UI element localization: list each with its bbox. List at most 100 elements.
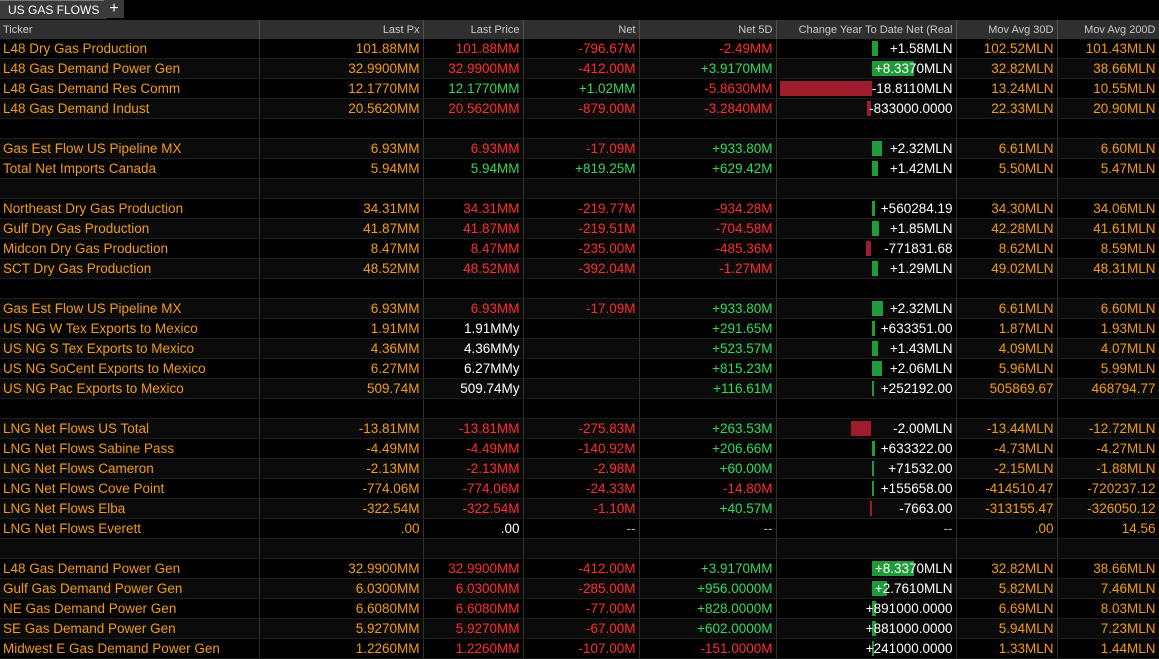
column-header-net[interactable]: Net	[523, 20, 640, 39]
cell-ticker: Midcon Dry Gas Production	[0, 238, 260, 259]
column-header-last-px[interactable]: Last Px	[259, 20, 424, 39]
table-row[interactable]: L48 Gas Demand Power Gen 32.9900MM 32.9900…	[0, 58, 1159, 79]
cell-mov-avg-30d: 22.33MLN	[956, 98, 1058, 119]
cell-last-px: 34.31MM	[259, 198, 424, 219]
table-row[interactable]: LNG Net Flows Sabine Pass -4.49MM -4.49MM -…	[0, 438, 1159, 459]
cell-mov-avg-200d: 6.60MLN	[1057, 138, 1159, 159]
ytd-bar-area: -18.8110MLN	[777, 79, 956, 98]
cell-mov-avg-30d: 49.02MLN	[956, 258, 1058, 279]
cell-last-px: 6.93MM	[259, 298, 424, 319]
cell-mov-avg-200d: 101.43MLN	[1057, 39, 1159, 59]
table-row[interactable]: LNG Net Flows Cameron -2.13MM -2.13MM -2.98…	[0, 458, 1159, 479]
table-row[interactable]: Northeast Dry Gas Production 34.31MM 34.31…	[0, 198, 1159, 219]
cell-net-5d	[639, 278, 777, 299]
cell-mov-avg-30d: 42.28MLN	[956, 218, 1058, 239]
cell-net-5d: +602.0000M	[639, 618, 777, 639]
ytd-positive-bar	[871, 321, 875, 336]
cell-net-5d: +116.61M	[639, 378, 777, 399]
table-row[interactable]: Gas Est Flow US Pipeline MX 6.93MM 6.93MM -…	[0, 138, 1159, 159]
cell-mov-avg-200d: 38.66MLN	[1057, 58, 1159, 79]
ytd-value: +71532.00	[888, 461, 953, 476]
cell-ytd: +881000.0000	[776, 618, 957, 639]
table-row[interactable]: L48 Gas Demand Res Comm 12.1770MM 12.1770M…	[0, 78, 1159, 99]
column-header-mov-avg-30d[interactable]: Mov Avg 30D	[956, 20, 1058, 39]
cell-net: -17.09M	[523, 138, 640, 159]
cell-mov-avg-200d: 1.44MLN	[1057, 638, 1159, 659]
table-row[interactable]: US NG SoCent Exports to Mexico 6.27MM 6.27…	[0, 358, 1159, 379]
cell-ytd: +252192.00	[776, 378, 957, 399]
ytd-bar-area: +252192.00	[777, 379, 956, 398]
table-row[interactable]: Gulf Dry Gas Production 41.87MM 41.87MM -21…	[0, 218, 1159, 239]
table-row[interactable]: US NG S Tex Exports to Mexico 4.36MM 4.36M…	[0, 338, 1159, 359]
table-row[interactable]: L48 Dry Gas Production 101.88MM 101.88MM -7…	[0, 39, 1159, 59]
ytd-value: +2.32MLN	[889, 301, 953, 316]
cell-mov-avg-200d: 5.47MLN	[1057, 158, 1159, 179]
spacer-row	[0, 278, 1159, 299]
cell-net-5d: -1.27MM	[639, 258, 777, 279]
table-row[interactable]: Midwest E Gas Demand Power Gen 1.2260MM 1.…	[0, 638, 1159, 659]
cell-mov-avg-200d: 5.99MLN	[1057, 358, 1159, 379]
cell-net-5d: -2.49MM	[639, 39, 777, 59]
table-row[interactable]: SE Gas Demand Power Gen 5.9270MM 5.9270MM -…	[0, 618, 1159, 639]
cell-last-price: 12.1770MM	[423, 78, 524, 99]
table-row[interactable]: Gulf Gas Demand Power Gen 6.0300MM 6.0300M…	[0, 578, 1159, 599]
table-row[interactable]: SCT Dry Gas Production 48.52MM 48.52MM -392…	[0, 258, 1159, 279]
cell-last-price	[423, 178, 524, 199]
cell-ytd: +2.7610MLN	[776, 578, 957, 599]
ytd-bar-area: +881000.0000	[777, 619, 956, 638]
table-row[interactable]: LNG Net Flows Everett .00.00 -- -- -- .00 14.5…	[0, 518, 1159, 539]
cell-last-price	[423, 398, 524, 419]
column-header-net-5d[interactable]: Net 5D	[639, 20, 777, 39]
table-row[interactable]: US NG Pac Exports to Mexico 509.74M 509.74…	[0, 378, 1159, 399]
table-row[interactable]: Total Net Imports Canada 5.94MM 5.94MM +819…	[0, 158, 1159, 179]
table-body: L48 Dry Gas Production 101.88MM 101.88MM -7…	[0, 39, 1159, 659]
cell-ytd: +1.29MLN	[776, 258, 957, 279]
cell-ticker: Midwest E Gas Demand Power Gen	[0, 638, 260, 659]
table-row[interactable]: LNG Net Flows US Total -13.81MM -13.81MM -2…	[0, 418, 1159, 439]
cell-last-px: 509.74M	[259, 378, 424, 399]
cell-net-5d	[639, 178, 777, 199]
ytd-bar-area: +1.29MLN	[777, 259, 956, 278]
cell-net: -17.09M	[523, 298, 640, 319]
column-header-ytd-net[interactable]: Change Year To Date Net (Real	[776, 20, 957, 39]
cell-mov-avg-30d: 4.09MLN	[956, 338, 1058, 359]
tab-us-gas-flows[interactable]: US GAS FLOWS	[0, 0, 108, 19]
cell-net: -24.33M	[523, 478, 640, 499]
ytd-bar-area: +8.3370MLN	[777, 59, 956, 78]
cell-ticker: SE Gas Demand Power Gen	[0, 618, 260, 639]
cell-ytd: +8.3370MLN	[776, 558, 957, 579]
cell-ticker: US NG W Tex Exports to Mexico	[0, 318, 260, 339]
table-row[interactable]: LNG Net Flows Elba -322.54M -322.54M -1.10M…	[0, 498, 1159, 519]
cell-mov-avg-30d: 32.82MLN	[956, 558, 1058, 579]
column-header-last-price[interactable]: Last Price	[423, 20, 524, 39]
cell-net-5d: --	[639, 518, 777, 539]
cell-last-px	[259, 398, 424, 419]
ytd-bar-area: +2.32MLN	[777, 299, 956, 318]
table-row[interactable]: Gas Est Flow US Pipeline MX 6.93MM 6.93MM -…	[0, 298, 1159, 319]
column-header-mov-avg-200d[interactable]: Mov Avg 200D	[1057, 20, 1159, 39]
table-row[interactable]: US NG W Tex Exports to Mexico 1.91MM 1.91M…	[0, 318, 1159, 339]
ytd-bar-area: +891000.0000	[777, 599, 956, 618]
cell-last-px	[259, 278, 424, 299]
table-row[interactable]: Midcon Dry Gas Production 8.47MM 8.47MM -23…	[0, 238, 1159, 259]
cell-last-px: -774.06M	[259, 478, 424, 499]
cell-mov-avg-30d: .00	[956, 518, 1058, 539]
cell-last-px: -13.81MM	[259, 418, 424, 439]
cell-ytd: +2.32MLN	[776, 298, 957, 319]
cell-ticker: L48 Gas Demand Indust	[0, 98, 260, 119]
table-row[interactable]: NE Gas Demand Power Gen 6.6080MM 6.6080MM -…	[0, 598, 1159, 619]
ytd-bar-area: +71532.00	[777, 459, 956, 478]
cell-net-5d: +933.80M	[639, 298, 777, 319]
table-row[interactable]: LNG Net Flows Cove Point -774.06M -774.06M…	[0, 478, 1159, 499]
cell-last-price: 1.2260MM	[423, 638, 524, 659]
cell-net	[523, 118, 640, 139]
ytd-positive-bar	[871, 481, 874, 496]
add-tab-button[interactable]: +	[104, 0, 124, 18]
cell-mov-avg-200d: 6.60MLN	[1057, 298, 1159, 319]
table-row[interactable]: L48 Gas Demand Power Gen 32.9900MM 32.9900…	[0, 558, 1159, 579]
cell-net-5d: +3.9170MM	[639, 558, 777, 579]
column-header-ticker[interactable]: Ticker	[0, 20, 260, 39]
cell-ytd	[776, 398, 957, 419]
cell-net: -412.00M	[523, 558, 640, 579]
table-row[interactable]: L48 Gas Demand Indust 20.5620MM 20.5620MM -…	[0, 98, 1159, 119]
